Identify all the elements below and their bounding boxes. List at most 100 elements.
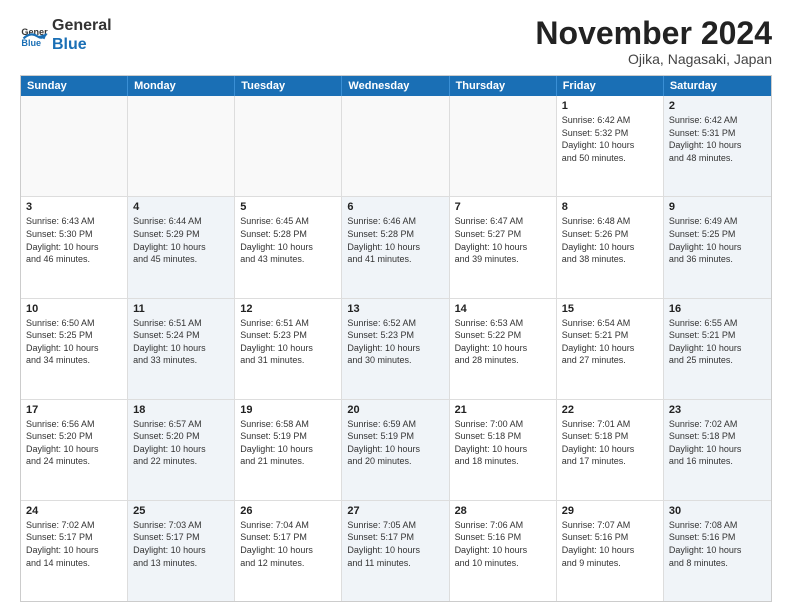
day-number-21: 21 (455, 404, 551, 416)
day-number-19: 19 (240, 404, 336, 416)
day-number-6: 6 (347, 201, 443, 213)
month-title: November 2024 (535, 16, 772, 51)
logo-general-text: General (52, 16, 112, 35)
day-number-18: 18 (133, 404, 229, 416)
day-info-29: Sunrise: 7:07 AM Sunset: 5:16 PM Dayligh… (562, 519, 658, 569)
day-number-14: 14 (455, 303, 551, 315)
weekday-header-wednesday: Wednesday (342, 76, 449, 96)
day-cell-23: 23 Sunrise: 7:02 AM Sunset: 5:18 PM Dayli… (664, 400, 771, 500)
day-number-20: 20 (347, 404, 443, 416)
day-info-26: Sunrise: 7:04 AM Sunset: 5:17 PM Dayligh… (240, 519, 336, 569)
day-number-1: 1 (562, 100, 658, 112)
day-info-3: Sunrise: 6:43 AM Sunset: 5:30 PM Dayligh… (26, 215, 122, 265)
day-info-25: Sunrise: 7:03 AM Sunset: 5:17 PM Dayligh… (133, 519, 229, 569)
day-info-7: Sunrise: 6:47 AM Sunset: 5:27 PM Dayligh… (455, 215, 551, 265)
weekday-header-sunday: Sunday (21, 76, 128, 96)
day-number-13: 13 (347, 303, 443, 315)
weekday-header-friday: Friday (557, 76, 664, 96)
empty-cell-0-2 (235, 96, 342, 196)
day-cell-2: 2Sunrise: 6:42 AM Sunset: 5:31 PM Daylig… (664, 96, 771, 196)
calendar-body: 1Sunrise: 6:42 AM Sunset: 5:32 PM Daylig… (21, 96, 771, 601)
day-number-16: 16 (669, 303, 766, 315)
day-info-9: Sunrise: 6:49 AM Sunset: 5:25 PM Dayligh… (669, 215, 766, 265)
day-info-13: Sunrise: 6:52 AM Sunset: 5:23 PM Dayligh… (347, 317, 443, 367)
day-cell-15: 15 Sunrise: 6:54 AM Sunset: 5:21 PM Dayli… (557, 299, 664, 399)
day-cell-10: 10 Sunrise: 6:50 AM Sunset: 5:25 PM Dayli… (21, 299, 128, 399)
empty-cell-0-3 (342, 96, 449, 196)
day-info-23: Sunrise: 7:02 AM Sunset: 5:18 PM Dayligh… (669, 418, 766, 468)
day-info-8: Sunrise: 6:48 AM Sunset: 5:26 PM Dayligh… (562, 215, 658, 265)
day-cell-19: 19 Sunrise: 6:58 AM Sunset: 5:19 PM Dayli… (235, 400, 342, 500)
day-cell-16: 16 Sunrise: 6:55 AM Sunset: 5:21 PM Dayli… (664, 299, 771, 399)
day-cell-20: 20 Sunrise: 6:59 AM Sunset: 5:19 PM Dayli… (342, 400, 449, 500)
day-info-28: Sunrise: 7:06 AM Sunset: 5:16 PM Dayligh… (455, 519, 551, 569)
day-cell-11: 11Sunrise: 6:51 AM Sunset: 5:24 PM Dayli… (128, 299, 235, 399)
calendar-header: SundayMondayTuesdayWednesdayThursdayFrid… (21, 76, 771, 96)
day-info-14: Sunrise: 6:53 AM Sunset: 5:22 PM Dayligh… (455, 317, 551, 367)
day-number-2: 2 (669, 100, 766, 112)
day-cell-5: 5 Sunrise: 6:45 AM Sunset: 5:28 PM Daylig… (235, 197, 342, 297)
day-cell-25: 25 Sunrise: 7:03 AM Sunset: 5:17 PM Dayli… (128, 501, 235, 601)
day-cell-14: 14 Sunrise: 6:53 AM Sunset: 5:22 PM Dayli… (450, 299, 557, 399)
day-cell-24: 24Sunrise: 7:02 AM Sunset: 5:17 PM Dayli… (21, 501, 128, 601)
day-number-11: 11 (133, 303, 229, 315)
day-info-20: Sunrise: 6:59 AM Sunset: 5:19 PM Dayligh… (347, 418, 443, 468)
day-number-9: 9 (669, 201, 766, 213)
day-info-18: Sunrise: 6:57 AM Sunset: 5:20 PM Dayligh… (133, 418, 229, 468)
day-info-4: Sunrise: 6:44 AM Sunset: 5:29 PM Dayligh… (133, 215, 229, 265)
day-number-3: 3 (26, 201, 122, 213)
day-cell-8: 8Sunrise: 6:48 AM Sunset: 5:26 PM Daylig… (557, 197, 664, 297)
day-cell-17: 17 Sunrise: 6:56 AM Sunset: 5:20 PM Dayli… (21, 400, 128, 500)
day-number-15: 15 (562, 303, 658, 315)
day-number-22: 22 (562, 404, 658, 416)
day-info-5: Sunrise: 6:45 AM Sunset: 5:28 PM Dayligh… (240, 215, 336, 265)
day-info-22: Sunrise: 7:01 AM Sunset: 5:18 PM Dayligh… (562, 418, 658, 468)
location: Ojika, Nagasaki, Japan (535, 51, 772, 67)
logo-icon: General Blue (20, 21, 48, 49)
day-info-10: Sunrise: 6:50 AM Sunset: 5:25 PM Dayligh… (26, 317, 122, 367)
day-cell-22: 22 Sunrise: 7:01 AM Sunset: 5:18 PM Dayli… (557, 400, 664, 500)
day-cell-30: 30Sunrise: 7:08 AM Sunset: 5:16 PM Dayli… (664, 501, 771, 601)
day-cell-6: 6 Sunrise: 6:46 AM Sunset: 5:28 PM Daylig… (342, 197, 449, 297)
weekday-header-tuesday: Tuesday (235, 76, 342, 96)
day-number-26: 26 (240, 505, 336, 517)
day-cell-1: 1Sunrise: 6:42 AM Sunset: 5:32 PM Daylig… (557, 96, 664, 196)
empty-cell-0-1 (128, 96, 235, 196)
day-info-27: Sunrise: 7:05 AM Sunset: 5:17 PM Dayligh… (347, 519, 443, 569)
weekday-header-thursday: Thursday (450, 76, 557, 96)
day-number-10: 10 (26, 303, 122, 315)
calendar-row-1: 3 Sunrise: 6:43 AM Sunset: 5:30 PM Daylig… (21, 196, 771, 297)
day-info-30: Sunrise: 7:08 AM Sunset: 5:16 PM Dayligh… (669, 519, 766, 569)
day-info-15: Sunrise: 6:54 AM Sunset: 5:21 PM Dayligh… (562, 317, 658, 367)
day-number-25: 25 (133, 505, 229, 517)
svg-text:Blue: Blue (21, 38, 41, 48)
title-block: November 2024 Ojika, Nagasaki, Japan (535, 16, 772, 67)
day-info-6: Sunrise: 6:46 AM Sunset: 5:28 PM Dayligh… (347, 215, 443, 265)
weekday-header-monday: Monday (128, 76, 235, 96)
day-number-28: 28 (455, 505, 551, 517)
calendar-row-3: 17 Sunrise: 6:56 AM Sunset: 5:20 PM Dayli… (21, 399, 771, 500)
day-cell-3: 3 Sunrise: 6:43 AM Sunset: 5:30 PM Daylig… (21, 197, 128, 297)
day-cell-26: 26 Sunrise: 7:04 AM Sunset: 5:17 PM Dayli… (235, 501, 342, 601)
day-number-27: 27 (347, 505, 443, 517)
calendar-row-0: 1Sunrise: 6:42 AM Sunset: 5:32 PM Daylig… (21, 96, 771, 196)
day-cell-7: 7Sunrise: 6:47 AM Sunset: 5:27 PM Daylig… (450, 197, 557, 297)
day-info-24: Sunrise: 7:02 AM Sunset: 5:17 PM Dayligh… (26, 519, 122, 569)
day-info-21: Sunrise: 7:00 AM Sunset: 5:18 PM Dayligh… (455, 418, 551, 468)
weekday-header-saturday: Saturday (664, 76, 771, 96)
day-cell-13: 13 Sunrise: 6:52 AM Sunset: 5:23 PM Dayli… (342, 299, 449, 399)
header: General Blue General Blue November 2024 … (20, 16, 772, 67)
day-number-4: 4 (133, 201, 229, 213)
day-number-29: 29 (562, 505, 658, 517)
day-info-19: Sunrise: 6:58 AM Sunset: 5:19 PM Dayligh… (240, 418, 336, 468)
day-number-23: 23 (669, 404, 766, 416)
day-number-17: 17 (26, 404, 122, 416)
day-cell-27: 27 Sunrise: 7:05 AM Sunset: 5:17 PM Dayli… (342, 501, 449, 601)
day-info-17: Sunrise: 6:56 AM Sunset: 5:20 PM Dayligh… (26, 418, 122, 468)
day-number-5: 5 (240, 201, 336, 213)
day-info-16: Sunrise: 6:55 AM Sunset: 5:21 PM Dayligh… (669, 317, 766, 367)
day-cell-29: 29 Sunrise: 7:07 AM Sunset: 5:16 PM Dayli… (557, 501, 664, 601)
calendar-row-4: 24Sunrise: 7:02 AM Sunset: 5:17 PM Dayli… (21, 500, 771, 601)
day-number-12: 12 (240, 303, 336, 315)
day-cell-12: 12Sunrise: 6:51 AM Sunset: 5:23 PM Dayli… (235, 299, 342, 399)
